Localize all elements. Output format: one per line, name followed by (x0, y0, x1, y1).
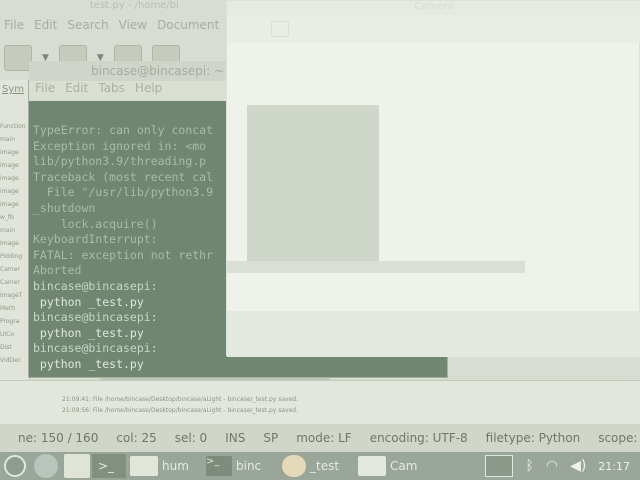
task-test-label: _test (310, 459, 340, 473)
window-icon (358, 456, 386, 476)
symbol-item[interactable]: image (0, 198, 30, 211)
browser-button[interactable] (30, 454, 60, 478)
task-hum-label: hum (162, 459, 189, 473)
status-encoding: encoding: UTF-8 (369, 431, 468, 445)
task-binc-label: binc (236, 459, 262, 473)
camera-preview-strip (227, 261, 525, 273)
symbol-item[interactable]: image (0, 185, 30, 198)
camera-button[interactable] (271, 21, 289, 37)
terminal-title[interactable]: bincase@bincasepi: ~ (29, 61, 259, 81)
symbol-item[interactable]: Image (0, 237, 30, 250)
new-file-icon[interactable] (4, 45, 32, 71)
system-tray: ᛒ ◠ ◀) 21:17 (485, 455, 640, 477)
geany-icon (282, 455, 306, 477)
status-mode: mode: LF (296, 431, 352, 445)
task-cam-label: Cam (390, 459, 418, 473)
menu-document[interactable]: Document (157, 18, 219, 40)
wifi-icon[interactable]: ◠ (546, 458, 558, 474)
menu-button[interactable] (0, 454, 30, 478)
raspberry-icon (4, 455, 26, 477)
status-bar: ne: 150 / 160 col: 25 sel: 0 INS SP mode… (0, 424, 640, 452)
status-col: col: 25 (116, 431, 157, 445)
taskbar: >_ hum >_ binc _test Cam ᛒ ◠ ◀) 21:17 (0, 452, 640, 480)
symbol-item[interactable]: Camer (0, 276, 30, 289)
message-window: 21:09:41: File /home/bincase/Desktop/bin… (0, 380, 640, 424)
terminal-menubar: File Edit Tabs Help (29, 81, 229, 101)
symbol-item[interactable]: UICo (0, 328, 30, 341)
camera-preview (247, 105, 379, 263)
terminal-icon: >_ (98, 459, 115, 473)
folder-icon (64, 454, 90, 478)
geany-menubar: File Edit Search View Document P (0, 18, 240, 40)
clock[interactable]: 21:17 (598, 460, 630, 473)
task-test[interactable]: _test (278, 454, 354, 478)
volume-icon[interactable]: ◀) (570, 458, 586, 474)
menu-edit[interactable]: Edit (34, 18, 57, 40)
symbol-item[interactable]: Pidding (0, 250, 30, 263)
task-cam[interactable]: Cam (354, 454, 432, 478)
camera-title[interactable]: Camera (227, 1, 640, 15)
symbol-item[interactable]: image (0, 146, 30, 159)
menu-file[interactable]: File (4, 18, 24, 40)
task-hum[interactable]: hum (126, 454, 202, 478)
symbol-item[interactable]: Dist (0, 341, 30, 354)
terminal-menu-tabs[interactable]: Tabs (98, 81, 125, 101)
symbol-item[interactable]: w_fb (0, 211, 30, 224)
terminal-menu-file[interactable]: File (35, 81, 55, 101)
symbol-item[interactable]: image (0, 172, 30, 185)
symbol-item[interactable]: Meth (0, 302, 30, 315)
symbol-sidebar: Sym Function main image image image image imag… (0, 80, 30, 380)
message-line: 21:09:56: File /home/bincase/Desktop/bin… (62, 407, 299, 414)
symbol-item[interactable]: Function (0, 120, 30, 133)
files-button[interactable] (60, 454, 92, 478)
status-sel: sel: 0 (174, 431, 208, 445)
message-line: 21:09:41: File /home/bincase/Desktop/bin… (62, 396, 299, 403)
menu-view[interactable]: View (119, 18, 147, 40)
symbol-item[interactable]: image (0, 159, 30, 172)
status-filetype: filetype: Python (485, 431, 581, 445)
task-binc[interactable]: >_ binc (202, 454, 278, 478)
camera-toolbar (227, 15, 640, 43)
symbol-item[interactable]: main (0, 133, 30, 146)
bluetooth-icon[interactable]: ᛒ (525, 458, 533, 474)
terminal-icon: >_ (206, 456, 232, 476)
status-line: ne: 150 / 160 (18, 431, 99, 445)
symbol-list: Function main image image image image image w_f… (0, 120, 30, 367)
menu-search[interactable]: Search (67, 18, 108, 40)
globe-icon (34, 454, 58, 478)
symbol-item[interactable]: main (0, 224, 30, 237)
symbol-item[interactable]: VidDec (0, 354, 30, 367)
vnc-icon[interactable] (485, 455, 514, 477)
tab-symbols[interactable]: Sym (2, 84, 24, 95)
terminal-menu-help[interactable]: Help (135, 81, 162, 101)
symbol-item[interactable]: Camer (0, 263, 30, 276)
terminal-command: python _test.py (33, 356, 144, 371)
camera-bottom-panel (227, 311, 640, 357)
status-scope: scope: (598, 431, 638, 445)
terminal-launcher[interactable]: >_ (92, 454, 126, 478)
terminal-menu-edit[interactable]: Edit (65, 81, 88, 101)
symbol-item[interactable]: ImageT (0, 289, 30, 302)
camera-window[interactable]: Camera (226, 0, 640, 357)
folder-icon (130, 456, 158, 476)
symbol-item[interactable]: Progra (0, 315, 30, 328)
status-ins: INS (225, 431, 246, 445)
status-sp: SP (263, 431, 279, 445)
